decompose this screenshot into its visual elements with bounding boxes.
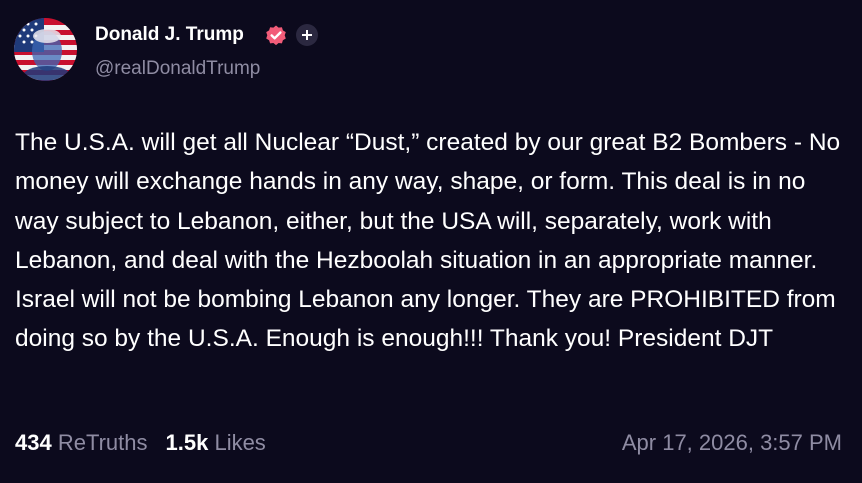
verified-badge-icon bbox=[264, 24, 288, 48]
post-timestamp[interactable]: Apr 17, 2026, 3:57 PM bbox=[622, 429, 842, 457]
likes-count: 1.5k bbox=[165, 430, 209, 455]
truth-plus-icon bbox=[296, 24, 318, 46]
avatar-flag-portrait-icon bbox=[14, 18, 77, 81]
author-display-name[interactable]: Donald J. Trump bbox=[95, 23, 244, 47]
truth-post: Donald J. Trump @realDonaldTrump The U.S… bbox=[0, 0, 862, 483]
retruths-stat[interactable]: 434 ReTruths bbox=[15, 430, 148, 455]
post-text: The U.S.A. will get all Nuclear “Dust,” … bbox=[15, 129, 841, 353]
retruths-count: 434 bbox=[15, 430, 52, 455]
retruths-label: ReTruths bbox=[57, 430, 148, 455]
post-stats: 434 ReTruths 1.5k Likes bbox=[15, 429, 266, 457]
avatar[interactable] bbox=[14, 18, 77, 81]
likes-label: Likes bbox=[214, 430, 266, 455]
likes-stat[interactable]: 1.5k Likes bbox=[166, 430, 266, 455]
author-handle[interactable]: @realDonaldTrump bbox=[95, 57, 260, 81]
